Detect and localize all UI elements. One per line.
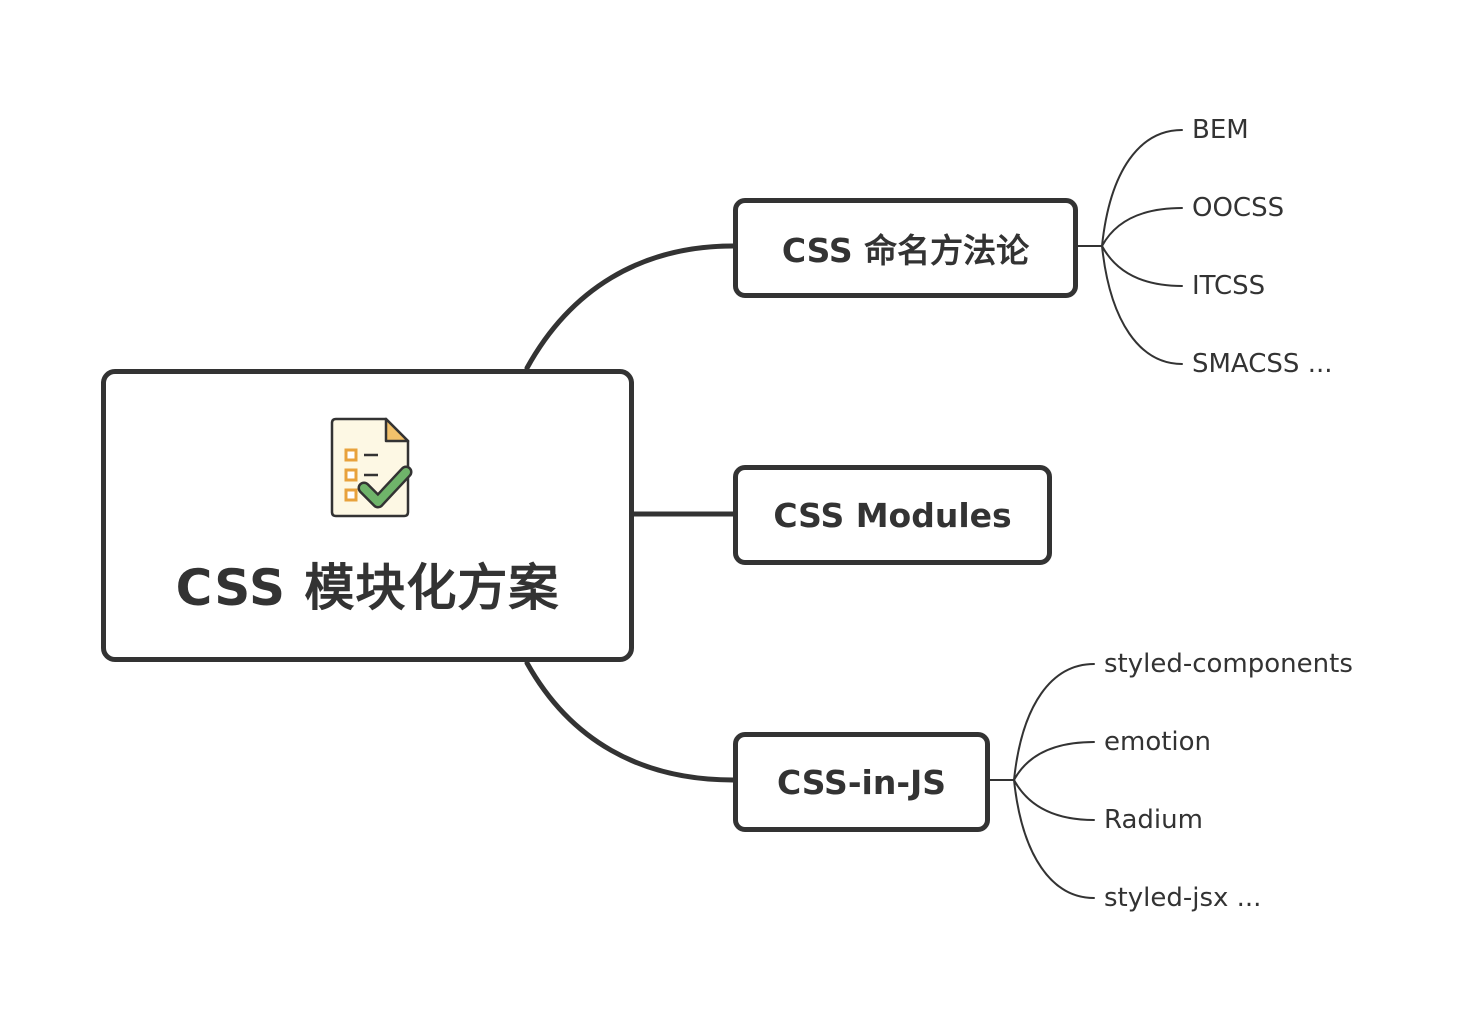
leaf-radium[interactable]: Radium — [1104, 805, 1203, 835]
leaf-smacss[interactable]: SMACSS ... — [1192, 349, 1333, 379]
connector-leaf-radium — [1013, 779, 1095, 821]
branch-naming-methodology[interactable]: CSS 命名方法论 — [733, 198, 1078, 298]
branch-css-in-js[interactable]: CSS-in-JS — [733, 732, 990, 832]
connector-leaf-emotion — [1013, 741, 1095, 781]
connector-central-cssinjs — [524, 660, 736, 783]
branch-css-modules[interactable]: CSS Modules — [733, 465, 1052, 565]
leaf-styled-jsx[interactable]: styled-jsx ... — [1104, 883, 1261, 913]
connector-central-naming — [524, 243, 736, 371]
leaf-itcss[interactable]: ITCSS — [1192, 271, 1265, 301]
connector-leaf-styled-components — [1013, 663, 1095, 781]
leaf-oocss[interactable]: OOCSS — [1192, 193, 1284, 223]
leaf-bem[interactable]: BEM — [1192, 115, 1249, 145]
leaf-emotion[interactable]: emotion — [1104, 727, 1211, 757]
leaf-styled-components[interactable]: styled-components — [1104, 649, 1353, 679]
central-topic-title: CSS 模块化方案 — [175, 558, 560, 617]
connector-leaf-bem — [1101, 129, 1183, 247]
checklist-document-icon — [330, 417, 412, 517]
connector-leaf-oocss — [1101, 207, 1183, 247]
central-topic[interactable]: CSS 模块化方案 — [101, 369, 634, 662]
connector-leaf-itcss — [1101, 245, 1183, 287]
